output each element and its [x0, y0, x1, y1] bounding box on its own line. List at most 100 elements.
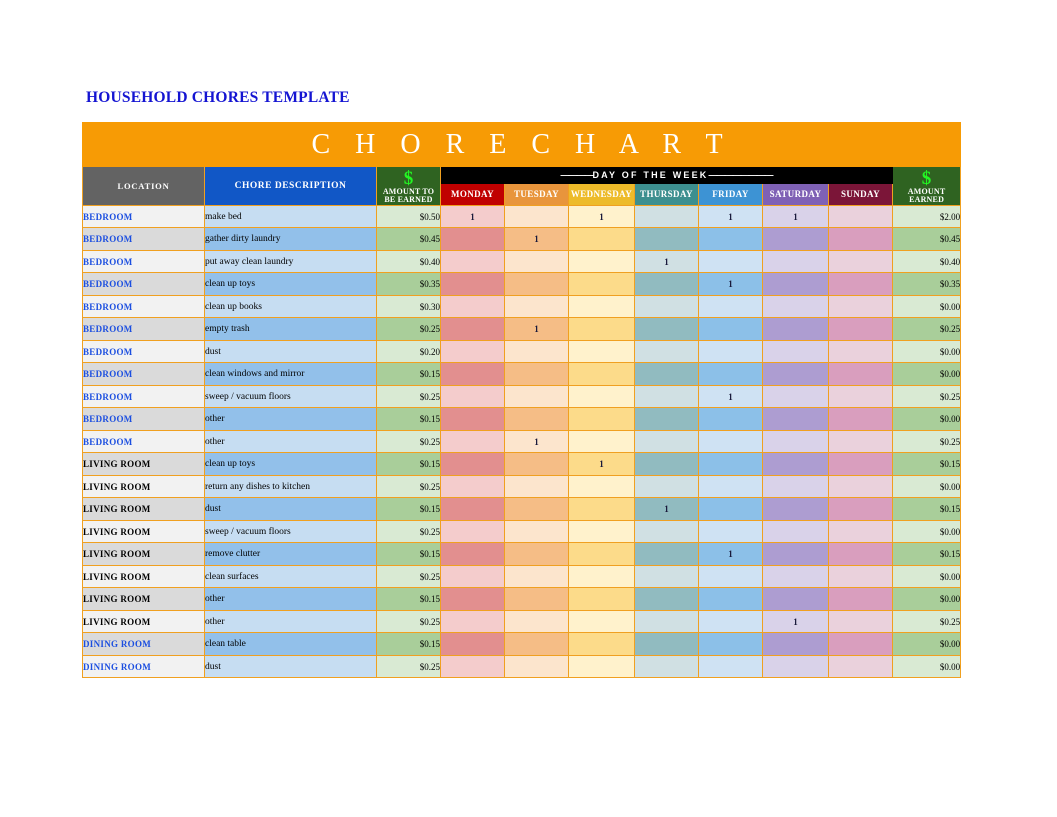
cell-day-tue[interactable] [504, 564, 569, 589]
cell-day-sun[interactable] [828, 654, 893, 679]
cell-day-fri[interactable]: 1 [698, 384, 763, 409]
cell-day-sun[interactable] [828, 519, 893, 544]
cell-day-sat[interactable] [762, 407, 829, 431]
cell-day-wed[interactable] [568, 407, 635, 431]
cell-day-wed[interactable] [568, 227, 635, 251]
cell-day-wed[interactable] [568, 519, 635, 544]
cell-day-tue[interactable] [504, 362, 569, 386]
cell-day-mon[interactable] [440, 407, 505, 431]
cell-day-thu[interactable] [634, 474, 699, 499]
cell-day-tue[interactable]: 1 [504, 317, 569, 341]
cell-day-wed[interactable] [568, 294, 635, 319]
cell-day-sat[interactable] [762, 654, 829, 679]
cell-day-sun[interactable] [828, 542, 893, 566]
cell-day-fri[interactable] [698, 429, 763, 454]
cell-day-sun[interactable] [828, 384, 893, 409]
cell-day-tue[interactable] [504, 542, 569, 566]
cell-day-fri[interactable] [698, 227, 763, 251]
cell-day-wed[interactable] [568, 474, 635, 499]
cell-day-thu[interactable] [634, 294, 699, 319]
cell-day-wed[interactable]: 1 [568, 452, 635, 476]
cell-day-tue[interactable] [504, 609, 569, 634]
cell-day-fri[interactable] [698, 452, 763, 476]
cell-day-mon[interactable] [440, 519, 505, 544]
cell-day-sat[interactable] [762, 542, 829, 566]
cell-day-sun[interactable] [828, 249, 893, 274]
cell-day-thu[interactable] [634, 654, 699, 679]
cell-day-tue[interactable] [504, 654, 569, 679]
cell-day-wed[interactable] [568, 609, 635, 634]
cell-day-sat[interactable] [762, 272, 829, 296]
cell-day-sun[interactable] [828, 362, 893, 386]
cell-day-mon[interactable] [440, 339, 505, 364]
cell-day-mon[interactable] [440, 564, 505, 589]
cell-day-sun[interactable] [828, 227, 893, 251]
cell-day-fri[interactable] [698, 519, 763, 544]
cell-day-wed[interactable] [568, 317, 635, 341]
cell-day-mon[interactable] [440, 632, 505, 656]
cell-day-mon[interactable] [440, 587, 505, 611]
cell-day-mon[interactable] [440, 497, 505, 521]
cell-day-tue[interactable] [504, 384, 569, 409]
cell-day-thu[interactable] [634, 429, 699, 454]
cell-day-thu[interactable] [634, 452, 699, 476]
cell-day-sun[interactable] [828, 452, 893, 476]
cell-day-mon[interactable] [440, 654, 505, 679]
cell-day-sat[interactable] [762, 474, 829, 499]
cell-day-mon[interactable] [440, 542, 505, 566]
cell-day-mon[interactable] [440, 609, 505, 634]
cell-day-sat[interactable] [762, 632, 829, 656]
cell-day-tue[interactable] [504, 339, 569, 364]
cell-day-sun[interactable] [828, 339, 893, 364]
cell-day-fri[interactable] [698, 339, 763, 364]
cell-day-wed[interactable] [568, 362, 635, 386]
cell-day-mon[interactable] [440, 249, 505, 274]
cell-day-sat[interactable] [762, 362, 829, 386]
cell-day-sat[interactable] [762, 339, 829, 364]
cell-day-tue[interactable] [504, 587, 569, 611]
cell-day-fri[interactable] [698, 609, 763, 634]
cell-day-sat[interactable] [762, 452, 829, 476]
cell-day-wed[interactable] [568, 632, 635, 656]
cell-day-tue[interactable] [504, 519, 569, 544]
cell-day-thu[interactable] [634, 519, 699, 544]
cell-day-mon[interactable] [440, 474, 505, 499]
cell-day-sun[interactable] [828, 204, 893, 229]
cell-day-fri[interactable] [698, 632, 763, 656]
cell-day-sat[interactable]: 1 [762, 204, 829, 229]
cell-day-wed[interactable] [568, 542, 635, 566]
cell-day-thu[interactable] [634, 587, 699, 611]
cell-day-sun[interactable] [828, 429, 893, 454]
cell-day-sun[interactable] [828, 564, 893, 589]
cell-day-thu[interactable]: 1 [634, 249, 699, 274]
cell-day-tue[interactable] [504, 474, 569, 499]
cell-day-wed[interactable] [568, 429, 635, 454]
cell-day-sun[interactable] [828, 294, 893, 319]
cell-day-sun[interactable] [828, 587, 893, 611]
cell-day-wed[interactable] [568, 249, 635, 274]
cell-day-sun[interactable] [828, 497, 893, 521]
cell-day-mon[interactable] [440, 294, 505, 319]
cell-day-wed[interactable] [568, 384, 635, 409]
cell-day-fri[interactable] [698, 294, 763, 319]
cell-day-fri[interactable] [698, 497, 763, 521]
cell-day-tue[interactable] [504, 272, 569, 296]
cell-day-sat[interactable] [762, 564, 829, 589]
cell-day-wed[interactable] [568, 339, 635, 364]
cell-day-fri[interactable] [698, 249, 763, 274]
cell-day-mon[interactable] [440, 317, 505, 341]
cell-day-tue[interactable] [504, 632, 569, 656]
cell-day-sat[interactable] [762, 249, 829, 274]
cell-day-tue[interactable] [504, 294, 569, 319]
cell-day-thu[interactable]: 1 [634, 497, 699, 521]
cell-day-mon[interactable] [440, 362, 505, 386]
cell-day-tue[interactable] [504, 249, 569, 274]
cell-day-tue[interactable] [504, 497, 569, 521]
cell-day-thu[interactable] [634, 227, 699, 251]
cell-day-sat[interactable] [762, 587, 829, 611]
cell-day-fri[interactable] [698, 654, 763, 679]
cell-day-fri[interactable]: 1 [698, 542, 763, 566]
cell-day-sat[interactable] [762, 497, 829, 521]
cell-day-thu[interactable] [634, 542, 699, 566]
cell-day-thu[interactable] [634, 317, 699, 341]
